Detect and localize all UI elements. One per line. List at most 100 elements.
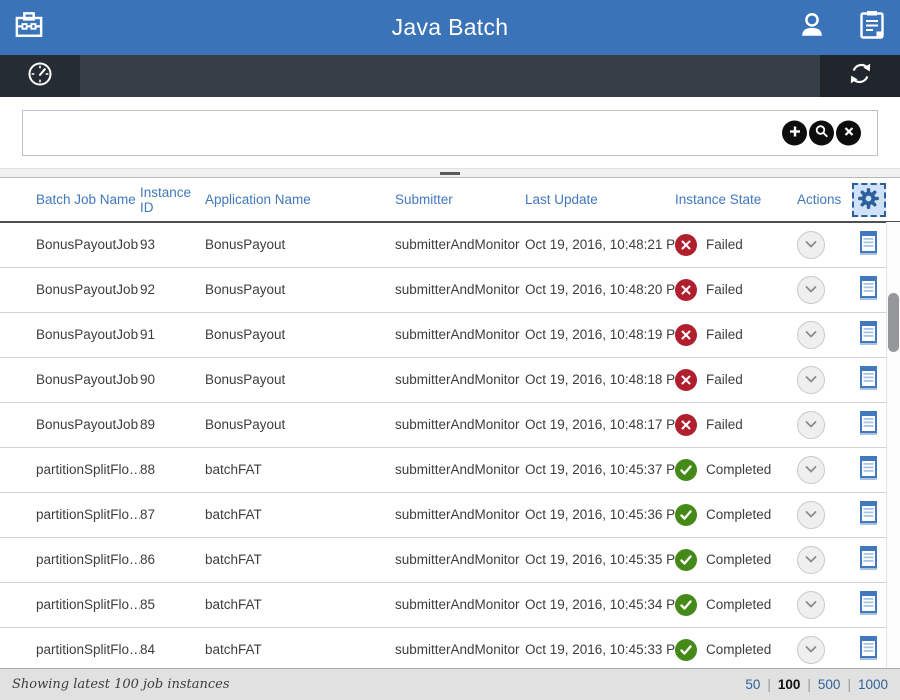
status-icon — [675, 594, 697, 616]
cell-instance-id: 92 — [140, 267, 205, 312]
scrollbar-thumb[interactable] — [888, 293, 899, 352]
column-header-application-name[interactable]: Application Name — [205, 178, 395, 222]
table-row: partitionSplitFlo… 88 batchFAT submitter… — [0, 447, 900, 492]
cell-instance-id: 85 — [140, 582, 205, 627]
actions-menu-button[interactable] — [797, 591, 825, 619]
view-log-button[interactable] — [859, 591, 878, 618]
cell-instance-id: 91 — [140, 312, 205, 357]
log-file-icon — [859, 456, 878, 483]
table-header-row: Batch Job Name Instance ID Application N… — [0, 178, 900, 222]
view-log-button[interactable] — [859, 636, 878, 663]
column-settings-button[interactable] — [852, 183, 886, 217]
chevron-down-icon — [804, 552, 818, 567]
tasks-button[interactable] — [854, 0, 890, 55]
column-header-last-update[interactable]: Last Update — [525, 178, 675, 222]
column-header-submitter[interactable]: Submitter — [395, 178, 525, 222]
view-log-button[interactable] — [859, 456, 878, 483]
view-log-button[interactable] — [859, 321, 878, 348]
search-icon — [815, 124, 829, 141]
actions-menu-button[interactable] — [797, 636, 825, 664]
status-label: Completed — [706, 642, 771, 657]
cell-instance-state: Completed — [675, 627, 785, 668]
view-log-button[interactable] — [859, 231, 878, 258]
column-header-instance-state[interactable]: Instance State — [675, 178, 785, 222]
cell-last-update: Oct 19, 2016, 10:48:19 PM — [525, 312, 675, 357]
cell-submitter: submitterAndMonitor — [395, 312, 525, 357]
view-log-button[interactable] — [859, 501, 878, 528]
view-log-button[interactable] — [859, 276, 878, 303]
chevron-down-icon — [804, 507, 818, 522]
column-header-settings — [845, 178, 900, 222]
cell-submitter: submitterAndMonitor — [395, 402, 525, 447]
actions-menu-button[interactable] — [797, 366, 825, 394]
cell-instance-state: Failed — [675, 357, 785, 402]
cell-application-name: BonusPayout — [205, 267, 395, 312]
dashboard-gauge-icon — [26, 60, 54, 93]
refresh-icon — [847, 60, 874, 92]
table-row: partitionSplitFlo… 87 batchFAT submitter… — [0, 492, 900, 537]
clipboard-icon — [859, 10, 885, 45]
splitter-handle-icon[interactable] — [440, 172, 460, 175]
separator: | — [767, 677, 771, 692]
actions-menu-button[interactable] — [797, 546, 825, 574]
secondary-toolbar — [0, 55, 900, 97]
status-label: Failed — [706, 417, 743, 432]
actions-menu-button[interactable] — [797, 231, 825, 259]
dashboard-button[interactable] — [0, 55, 80, 97]
search-buttons — [782, 120, 861, 145]
cell-batch-job-name: BonusPayoutJob — [0, 312, 140, 357]
chevron-down-icon — [804, 462, 818, 477]
cell-submitter: submitterAndMonitor — [395, 492, 525, 537]
clear-search-button[interactable] — [836, 120, 861, 145]
log-file-icon — [859, 591, 878, 618]
page-size-50[interactable]: 50 — [745, 677, 760, 692]
cell-batch-job-name: BonusPayoutJob — [0, 357, 140, 402]
cell-actions — [785, 312, 845, 357]
cell-actions — [785, 627, 845, 668]
vertical-scrollbar[interactable] — [886, 222, 900, 668]
chevron-down-icon — [804, 597, 818, 612]
status-icon — [675, 369, 697, 391]
user-button[interactable] — [794, 0, 830, 55]
column-header-actions: Actions — [785, 178, 845, 222]
cell-instance-id: 89 — [140, 402, 205, 447]
cell-instance-state: Completed — [675, 582, 785, 627]
cell-actions — [785, 537, 845, 582]
cell-submitter: submitterAndMonitor — [395, 537, 525, 582]
cell-instance-id: 84 — [140, 627, 205, 668]
page-size-100[interactable]: 100 — [778, 677, 801, 692]
status-label: Failed — [706, 372, 743, 387]
cell-batch-job-name: partitionSplitFlo… — [0, 447, 140, 492]
close-icon — [843, 125, 855, 140]
column-header-batch-job-name[interactable]: Batch Job Name — [0, 178, 140, 222]
cell-submitter: submitterAndMonitor — [395, 582, 525, 627]
log-file-icon — [859, 501, 878, 528]
actions-menu-button[interactable] — [797, 456, 825, 484]
view-log-button[interactable] — [859, 546, 878, 573]
page-size-500[interactable]: 500 — [818, 677, 841, 692]
view-log-button[interactable] — [859, 366, 878, 393]
actions-menu-button[interactable] — [797, 501, 825, 529]
page-size-1000[interactable]: 1000 — [858, 677, 888, 692]
table-row: partitionSplitFlo… 86 batchFAT submitter… — [0, 537, 900, 582]
refresh-button[interactable] — [820, 55, 900, 97]
plus-icon — [788, 124, 802, 141]
cell-application-name: batchFAT — [205, 537, 395, 582]
actions-menu-button[interactable] — [797, 411, 825, 439]
cell-last-update: Oct 19, 2016, 10:45:35 PM — [525, 537, 675, 582]
column-header-instance-id[interactable]: Instance ID — [140, 178, 205, 222]
cell-instance-state: Failed — [675, 312, 785, 357]
search-button[interactable] — [809, 120, 834, 145]
log-file-icon — [859, 321, 878, 348]
add-filter-button[interactable] — [782, 120, 807, 145]
actions-menu-button[interactable] — [797, 276, 825, 304]
cell-batch-job-name: partitionSplitFlo… — [0, 537, 140, 582]
search-input[interactable] — [23, 111, 877, 155]
panel-splitter[interactable] — [0, 168, 900, 178]
actions-menu-button[interactable] — [797, 321, 825, 349]
cell-last-update: Oct 19, 2016, 10:45:34 PM — [525, 582, 675, 627]
table-row: BonusPayoutJob 93 BonusPayout submitterA… — [0, 222, 900, 267]
cell-application-name: batchFAT — [205, 582, 395, 627]
table-row: partitionSplitFlo… 85 batchFAT submitter… — [0, 582, 900, 627]
view-log-button[interactable] — [859, 411, 878, 438]
